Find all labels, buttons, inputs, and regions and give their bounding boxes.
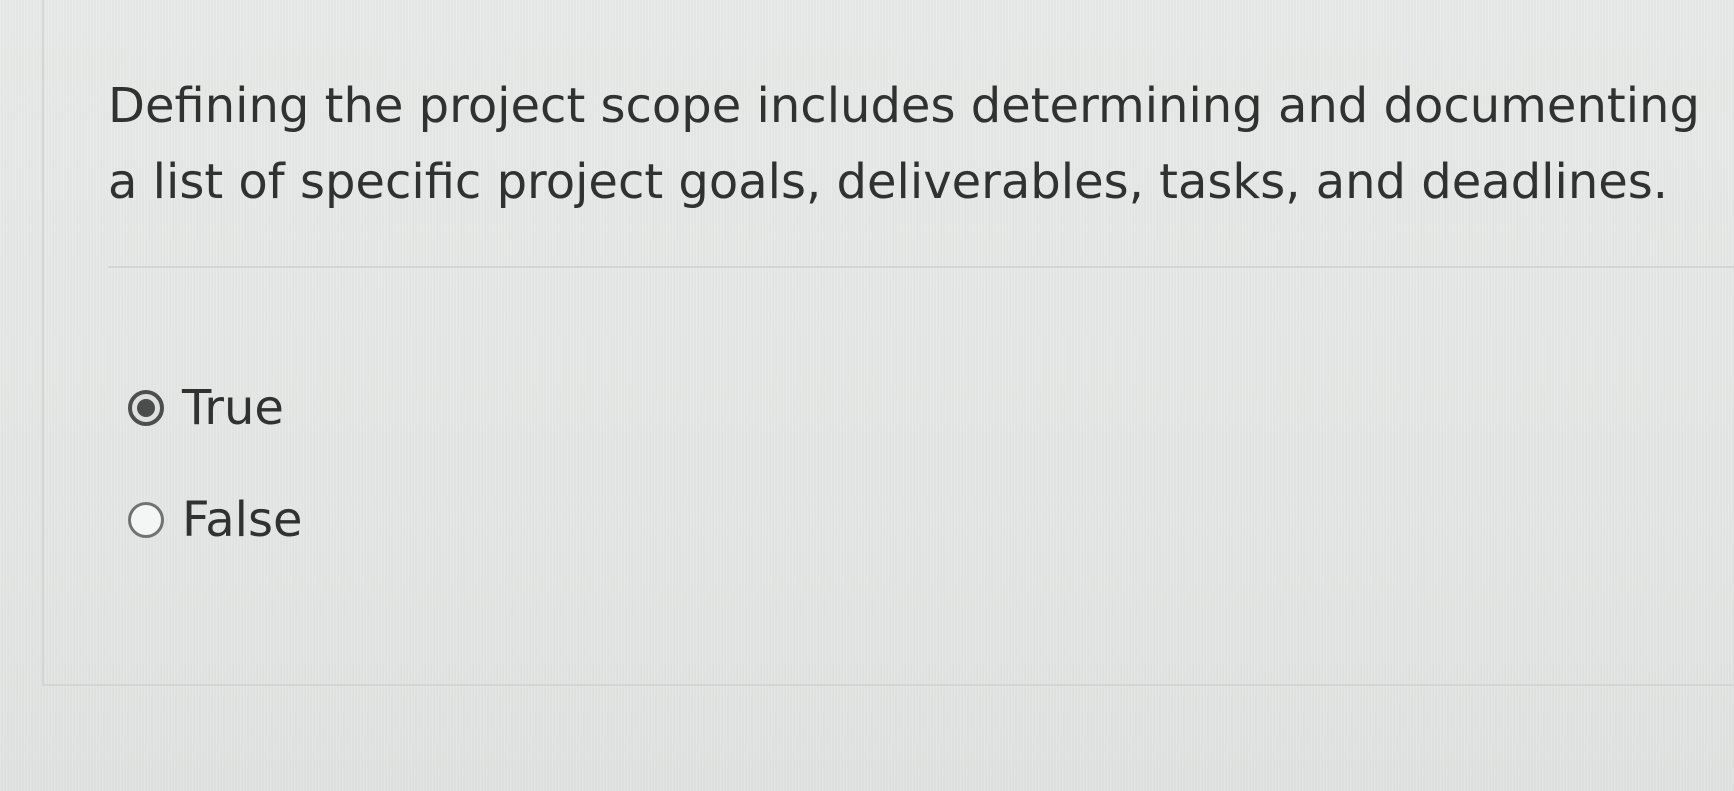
question-text: Defining the project scope includes dete…	[108, 78, 1700, 210]
option-true[interactable]: True	[128, 378, 303, 438]
option-false[interactable]: False	[128, 490, 303, 550]
radio-button-true[interactable]	[128, 390, 164, 426]
divider	[108, 266, 1734, 268]
radio-button-false[interactable]	[128, 502, 164, 538]
option-label-true: True	[182, 380, 284, 436]
option-label-false: False	[182, 492, 303, 548]
answer-options: True False	[128, 378, 303, 602]
screen: Defining the project scope includes dete…	[0, 0, 1734, 791]
